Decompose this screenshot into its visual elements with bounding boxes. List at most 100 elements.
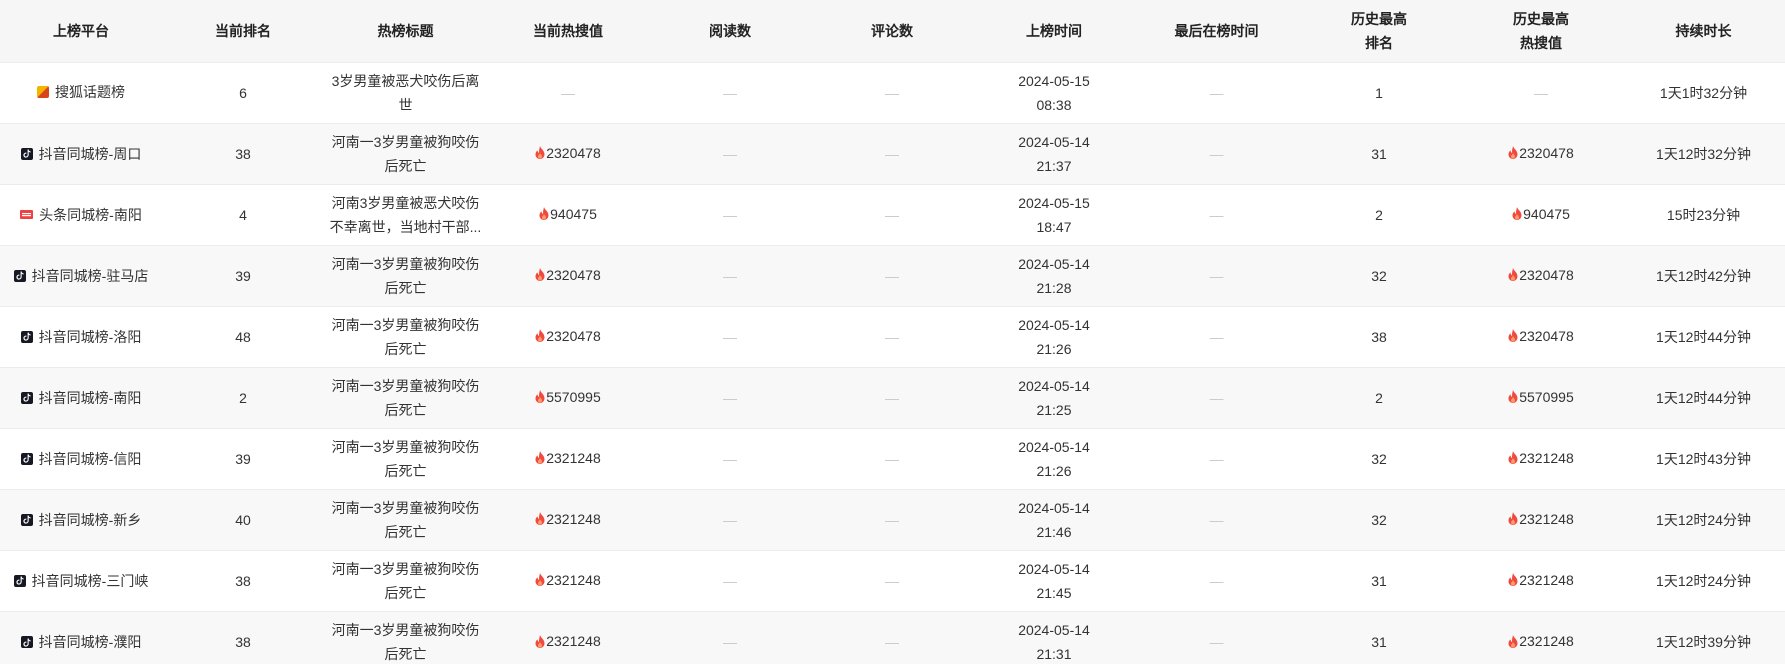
hot-title-link[interactable]: 河南一3岁男童被狗咬伤后死亡	[328, 252, 483, 300]
best-heat: 2320478	[1460, 123, 1622, 184]
header-platform[interactable]: 上榜平台	[0, 0, 162, 62]
platform-name[interactable]: 抖音同城榜-濮阳	[39, 630, 142, 654]
current-heat: 2321248	[487, 489, 649, 550]
best-heat: 2321248	[1460, 428, 1622, 489]
last-listed-time: —	[1209, 511, 1224, 528]
table-row[interactable]: 抖音同城榜-新乡 40 河南一3岁男童被狗咬伤后死亡 2321248 — — 2024-05…	[0, 489, 1785, 550]
table-row[interactable]: 抖音同城榜-信阳 39 河南一3岁男童被狗咬伤后死亡 2321248 — — 2024-05…	[0, 428, 1785, 489]
hot-title-link[interactable]: 河南3岁男童被恶犬咬伤不幸离世，当地村干部...	[328, 191, 483, 239]
best-rank: 2	[1375, 206, 1383, 223]
hot-title-link[interactable]: 河南一3岁男童被狗咬伤后死亡	[328, 496, 483, 544]
duration: 1天12时24分钟	[1656, 511, 1751, 528]
current-rank: 6	[239, 84, 247, 101]
platform-cell[interactable]: 抖音同城榜-濮阳	[0, 611, 162, 664]
platform-cell[interactable]: 抖音同城榜-洛阳	[0, 306, 162, 367]
fire-icon	[1512, 207, 1522, 221]
hot-title-cell[interactable]: 河南一3岁男童被狗咬伤后死亡	[324, 489, 487, 550]
best-heat-value: 2321248	[1519, 449, 1574, 466]
header-last-listed-time[interactable]: 最后在榜时间	[1135, 0, 1298, 62]
platform-name[interactable]: 抖音同城榜-新乡	[39, 508, 142, 532]
platform-cell[interactable]: 抖音同城榜-新乡	[0, 489, 162, 550]
table-row[interactable]: 抖音同城榜-周口 38 河南一3岁男童被狗咬伤后死亡 2320478 — — 2024-05…	[0, 123, 1785, 184]
hot-title-link[interactable]: 河南一3岁男童被狗咬伤后死亡	[328, 435, 483, 483]
platform-cell[interactable]: 搜狐话题榜	[0, 62, 162, 123]
table-row[interactable]: 抖音同城榜-驻马店 39 河南一3岁男童被狗咬伤后死亡 2320478 — — 2024-0…	[0, 245, 1785, 306]
platform-cell[interactable]: 抖音同城榜-周口	[0, 123, 162, 184]
hot-title-cell[interactable]: 河南一3岁男童被狗咬伤后死亡	[324, 123, 487, 184]
hot-title-cell[interactable]: 河南一3岁男童被狗咬伤后死亡	[324, 306, 487, 367]
current-heat: 5570995	[487, 367, 649, 428]
hot-title-cell[interactable]: 河南3岁男童被恶犬咬伤不幸离世，当地村干部...	[324, 184, 487, 245]
current-heat: 2320478	[487, 245, 649, 306]
comments: —	[885, 511, 899, 528]
platform-name[interactable]: 抖音同城榜-信阳	[39, 447, 142, 471]
header-best-rank[interactable]: 历史最高 排名	[1298, 0, 1460, 62]
hot-title-cell[interactable]: 3岁男童被恶犬咬伤后离世	[324, 62, 487, 123]
platform-cell[interactable]: 抖音同城榜-驻马店	[0, 245, 162, 306]
hot-title-cell[interactable]: 河南一3岁男童被狗咬伤后死亡	[324, 550, 487, 611]
hot-title-cell[interactable]: 河南一3岁男童被狗咬伤后死亡	[324, 611, 487, 664]
header-listed-time[interactable]: 上榜时间	[973, 0, 1135, 62]
header-comments[interactable]: 评论数	[811, 0, 973, 62]
best-heat: 940475	[1460, 184, 1622, 245]
best-rank: 31	[1371, 145, 1387, 162]
header-reads[interactable]: 阅读数	[649, 0, 811, 62]
best-rank: 38	[1371, 328, 1387, 345]
listed-clock: 21:26	[1036, 462, 1072, 479]
platform-name[interactable]: 抖音同城榜-三门峡	[32, 569, 149, 593]
hot-title-link[interactable]: 河南一3岁男童被狗咬伤后死亡	[328, 618, 483, 664]
duration: 15时23分钟	[1666, 206, 1741, 223]
last-listed-time: —	[1209, 572, 1224, 589]
platform-name[interactable]: 抖音同城榜-洛阳	[39, 325, 142, 349]
hot-title-cell[interactable]: 河南一3岁男童被狗咬伤后死亡	[324, 245, 487, 306]
platform-name[interactable]: 抖音同城榜-驻马店	[32, 264, 149, 288]
platform-name[interactable]: 搜狐话题榜	[55, 80, 125, 104]
hot-title-link[interactable]: 河南一3岁男童被狗咬伤后死亡	[328, 130, 483, 178]
hot-title-cell[interactable]: 河南一3岁男童被狗咬伤后死亡	[324, 367, 487, 428]
current-heat-value: 2321248	[546, 510, 601, 527]
best-heat: 2321248	[1460, 611, 1622, 664]
fire-icon	[1508, 146, 1518, 160]
fire-icon	[535, 268, 545, 282]
douyin-icon	[13, 269, 26, 282]
listed-clock: 21:26	[1036, 340, 1072, 357]
best-heat: 2321248	[1460, 489, 1622, 550]
header-current-heat[interactable]: 当前热搜值	[487, 0, 649, 62]
listed-time: 2024-05-14 21:37	[973, 123, 1135, 184]
last-listed-time: —	[1209, 389, 1224, 406]
hot-title-link[interactable]: 河南一3岁男童被狗咬伤后死亡	[328, 313, 483, 361]
table-row[interactable]: 头条同城榜-南阳 4 河南3岁男童被恶犬咬伤不幸离世，当地村干部... 940475 —…	[0, 184, 1785, 245]
platform-cell[interactable]: 抖音同城榜-三门峡	[0, 550, 162, 611]
hot-title-link[interactable]: 3岁男童被恶犬咬伤后离世	[328, 69, 483, 117]
table-row[interactable]: 抖音同城榜-南阳 2 河南一3岁男童被狗咬伤后死亡 5570995 — — 2024-05-…	[0, 367, 1785, 428]
fire-icon	[535, 451, 545, 465]
platform-cell[interactable]: 抖音同城榜-信阳	[0, 428, 162, 489]
hot-title-cell[interactable]: 河南一3岁男童被狗咬伤后死亡	[324, 428, 487, 489]
fire-icon	[1508, 573, 1518, 587]
table-row[interactable]: 搜狐话题榜 6 3岁男童被恶犬咬伤后离世 — — — 2024-05-15 08:38 — 1 — 1…	[0, 62, 1785, 123]
table-row[interactable]: 抖音同城榜-濮阳 38 河南一3岁男童被狗咬伤后死亡 2321248 — — 2024-05…	[0, 611, 1785, 664]
header-best-heat[interactable]: 历史最高 热搜值	[1460, 0, 1622, 62]
header-current-rank[interactable]: 当前排名	[162, 0, 324, 62]
platform-cell[interactable]: 头条同城榜-南阳	[0, 184, 162, 245]
table-row[interactable]: 抖音同城榜-洛阳 48 河南一3岁男童被狗咬伤后死亡 2320478 — — 2024-05…	[0, 306, 1785, 367]
header-hot-title[interactable]: 热榜标题	[324, 0, 487, 62]
header-duration[interactable]: 持续时长	[1622, 0, 1785, 62]
current-heat: 2320478	[487, 123, 649, 184]
current-rank: 2	[239, 389, 247, 406]
table-row[interactable]: 抖音同城榜-三门峡 38 河南一3岁男童被狗咬伤后死亡 2321248 — — 2024-0…	[0, 550, 1785, 611]
header-best-rank-line1: 历史最高	[1351, 10, 1407, 27]
hot-title-link[interactable]: 河南一3岁男童被狗咬伤后死亡	[328, 374, 483, 422]
platform-name[interactable]: 抖音同城榜-南阳	[39, 386, 142, 410]
platform-name[interactable]: 抖音同城榜-周口	[39, 142, 142, 166]
listed-date: 2024-05-14	[1018, 621, 1090, 638]
platform-cell[interactable]: 抖音同城榜-南阳	[0, 367, 162, 428]
listed-date: 2024-05-14	[1018, 499, 1090, 516]
listed-date: 2024-05-14	[1018, 133, 1090, 150]
listed-date: 2024-05-14	[1018, 377, 1090, 394]
fire-icon	[535, 390, 545, 404]
hot-title-link[interactable]: 河南一3岁男童被狗咬伤后死亡	[328, 557, 483, 605]
current-heat: 2321248	[487, 428, 649, 489]
duration: 1天1时32分钟	[1659, 84, 1748, 101]
platform-name[interactable]: 头条同城榜-南阳	[39, 203, 142, 227]
